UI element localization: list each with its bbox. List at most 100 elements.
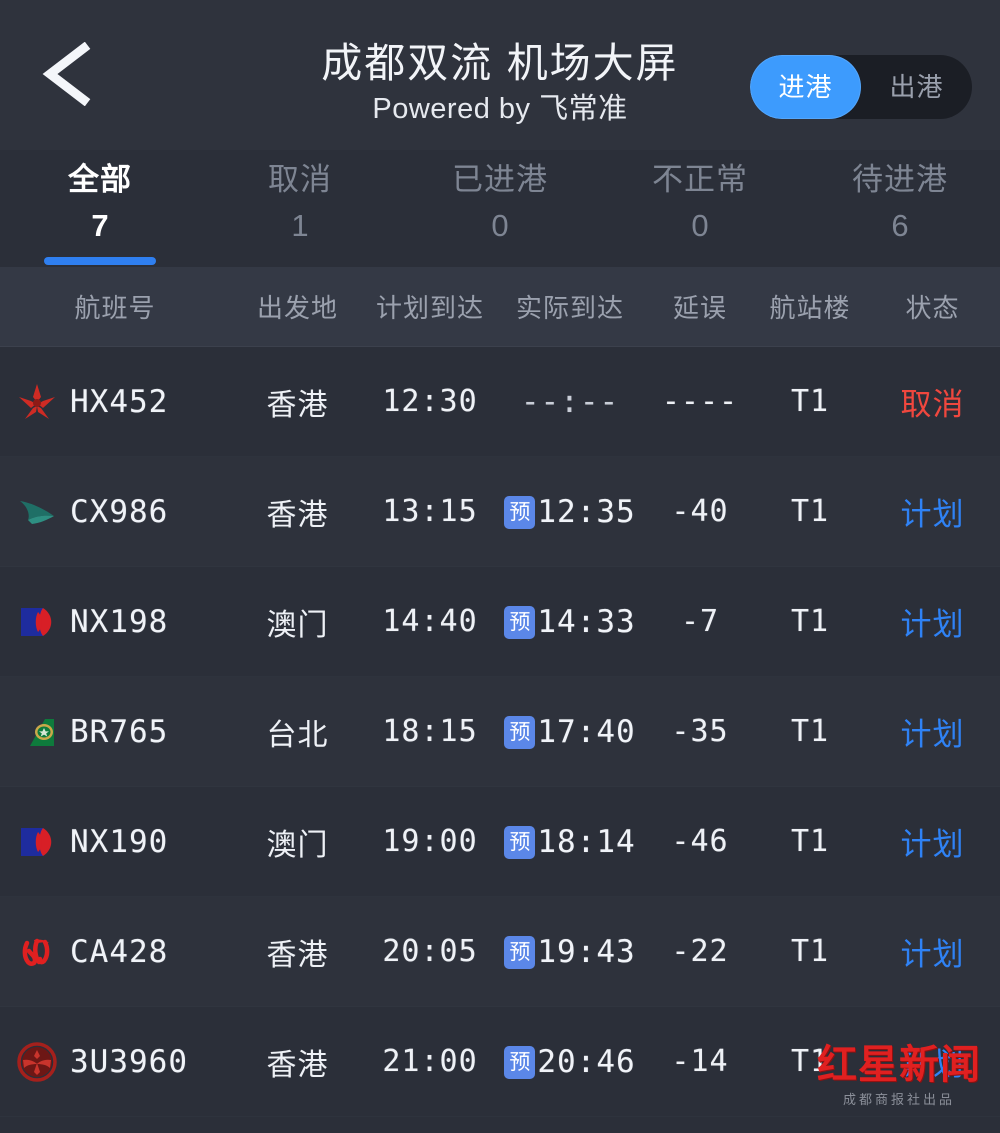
tab-label: 已进港 <box>452 162 548 197</box>
flight-list: HX452 香港 12:30 --:-- ---- T1 取消 CX986 香港… <box>0 347 1000 1117</box>
cell-delay: -22 <box>671 934 729 969</box>
tab-irregular[interactable]: 不正常 0 <box>600 156 800 267</box>
table-row[interactable]: CX986 香港 13:15 预 12:35 -40 T1 计划 <box>0 457 1000 567</box>
cell-delay: -7 <box>680 604 720 639</box>
status-badge: 计划 <box>900 937 965 972</box>
flight-number: BR765 <box>70 713 169 750</box>
column-header-flight-no: 航班号 <box>74 293 156 323</box>
chevron-left-icon <box>38 42 98 106</box>
tab-count: 0 <box>491 208 509 243</box>
back-button[interactable] <box>38 42 98 106</box>
airport-flight-board-screen: 成都双流 机场大屏 Powered by 飞常准 进港 出港 全部 7 取消 1… <box>0 0 1000 1133</box>
cell-scheduled-time: 12:30 <box>382 384 478 419</box>
cell-actual-time: --:-- <box>495 384 645 420</box>
cell-status: 计划 <box>865 1039 1000 1084</box>
estimated-badge: 预 <box>504 605 536 639</box>
column-header-scheduled: 计划到达 <box>375 293 484 323</box>
column-header-status: 状态 <box>905 293 960 323</box>
cell-flight-no: CA428 <box>0 929 230 975</box>
hong-kong-airlines-logo-icon <box>14 379 60 425</box>
cell-delay: ---- <box>661 384 739 419</box>
actual-time-value: 20:46 <box>537 1044 636 1081</box>
estimated-badge: 预 <box>504 1045 536 1079</box>
air-macau-logo-icon <box>14 819 60 865</box>
cell-delay: -46 <box>671 824 729 859</box>
cell-flight-no: HX452 <box>0 379 230 425</box>
tab-cancelled[interactable]: 取消 1 <box>200 156 400 267</box>
tab-count: 7 <box>91 208 109 243</box>
tab-active-underline <box>44 257 156 265</box>
actual-time-value: 17:40 <box>537 714 636 751</box>
table-row[interactable]: 3U3960 香港 21:00 预 20:46 -14 T1 计划 <box>0 1007 1000 1117</box>
cell-delay: -40 <box>671 494 729 529</box>
tab-count: 0 <box>691 208 709 243</box>
cell-actual-time: 预 17:40 <box>495 713 645 751</box>
table-column-header: 航班号 出发地 计划到达 实际到达 延误 航站楼 状态 <box>0 267 1000 347</box>
cell-scheduled-time: 13:15 <box>382 494 478 529</box>
cell-terminal: T1 <box>790 384 830 419</box>
cathay-pacific-logo-icon <box>14 489 60 535</box>
table-row[interactable]: BR765 台北 18:15 预 17:40 -35 T1 计划 <box>0 677 1000 787</box>
actual-time-value: 12:35 <box>537 494 636 531</box>
status-badge: 计划 <box>900 827 965 862</box>
cell-actual-time: 预 20:46 <box>495 1043 645 1081</box>
table-row[interactable]: NX198 澳门 14:40 预 14:33 -7 T1 计划 <box>0 567 1000 677</box>
cell-status: 计划 <box>865 929 1000 974</box>
eva-air-logo-icon <box>14 709 60 755</box>
app-header: 成都双流 机场大屏 Powered by 飞常准 进港 出港 <box>0 0 1000 150</box>
tab-label: 取消 <box>268 162 332 197</box>
cell-origin: 台北 <box>266 718 329 752</box>
cell-origin: 香港 <box>266 938 329 972</box>
sichuan-airlines-logo-icon <box>14 1039 60 1085</box>
cell-delay: -35 <box>671 714 729 749</box>
cell-terminal: T1 <box>790 494 830 529</box>
flight-number: 3U3960 <box>70 1043 188 1080</box>
toggle-option-arrival[interactable]: 进港 <box>750 55 861 119</box>
column-header-delay: 延误 <box>672 293 727 323</box>
cell-scheduled-time: 14:40 <box>382 604 478 639</box>
status-badge: 计划 <box>900 1047 965 1082</box>
tab-arrived[interactable]: 已进港 0 <box>400 156 600 267</box>
column-header-actual: 实际到达 <box>515 293 624 323</box>
air-china-logo-icon <box>14 929 60 975</box>
air-macau-logo-icon <box>14 599 60 645</box>
tab-all[interactable]: 全部 7 <box>0 156 200 267</box>
cell-terminal: T1 <box>790 934 830 969</box>
flight-number: HX452 <box>70 383 169 420</box>
cell-delay: -14 <box>671 1044 729 1079</box>
tab-label: 全部 <box>68 162 132 197</box>
tab-pending-arrival[interactable]: 待进港 6 <box>800 156 1000 267</box>
tab-label: 待进港 <box>852 162 948 197</box>
cell-origin: 香港 <box>266 498 329 532</box>
arrival-departure-toggle[interactable]: 进港 出港 <box>750 55 972 119</box>
cell-status: 计划 <box>865 489 1000 534</box>
cell-scheduled-time: 19:00 <box>382 824 478 859</box>
cell-actual-time: 预 18:14 <box>495 823 645 861</box>
estimated-badge: 预 <box>504 715 536 749</box>
table-row[interactable]: NX190 澳门 19:00 预 18:14 -46 T1 计划 <box>0 787 1000 897</box>
toggle-option-departure[interactable]: 出港 <box>861 55 972 119</box>
cell-terminal: T1 <box>790 824 830 859</box>
cell-actual-time: 预 19:43 <box>495 933 645 971</box>
cell-terminal: T1 <box>790 714 830 749</box>
cell-terminal: T1 <box>790 604 830 639</box>
cell-origin: 香港 <box>266 388 329 422</box>
status-filter-tabs[interactable]: 全部 7 取消 1 已进港 0 不正常 0 待进港 6 <box>0 150 1000 267</box>
estimated-badge: 预 <box>504 935 536 969</box>
table-row[interactable]: CA428 香港 20:05 预 19:43 -22 T1 计划 <box>0 897 1000 1007</box>
estimated-badge: 预 <box>504 825 536 859</box>
cell-status: 计划 <box>865 599 1000 644</box>
cell-status: 计划 <box>865 819 1000 864</box>
status-badge: 计划 <box>900 717 965 752</box>
actual-time-value: 14:33 <box>537 604 636 641</box>
cell-terminal: T1 <box>790 1044 830 1079</box>
tab-label: 不正常 <box>652 162 748 197</box>
status-badge: 计划 <box>900 497 965 532</box>
table-row[interactable]: HX452 香港 12:30 --:-- ---- T1 取消 <box>0 347 1000 457</box>
flight-number: CX986 <box>70 493 169 530</box>
actual-time-value: --:-- <box>520 383 620 420</box>
cell-flight-no: 3U3960 <box>0 1039 230 1085</box>
actual-time-value: 18:14 <box>537 824 636 861</box>
actual-time-value: 19:43 <box>537 934 636 971</box>
column-header-terminal: 航站楼 <box>769 293 851 323</box>
